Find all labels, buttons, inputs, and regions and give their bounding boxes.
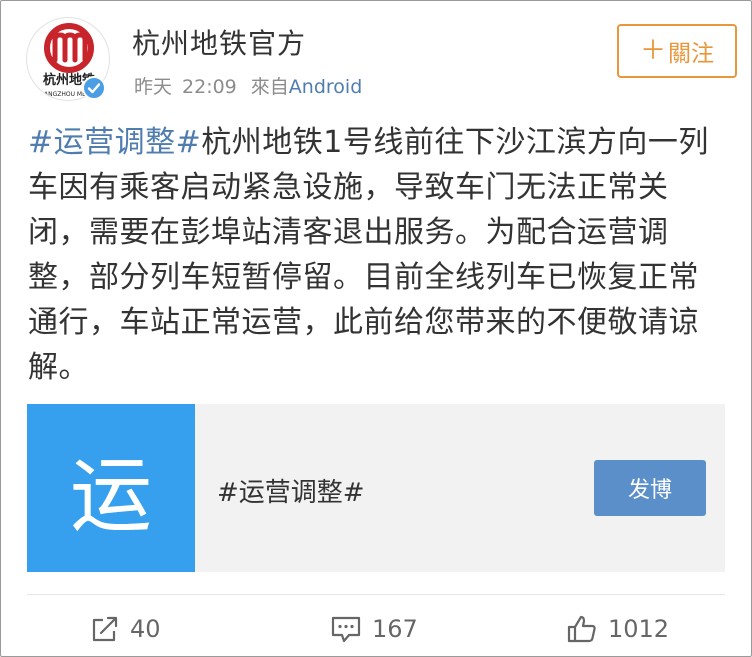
comment-count: 167	[372, 615, 418, 643]
topic-thumbnail: 运	[27, 404, 195, 572]
divider	[27, 594, 725, 595]
repost-count: 40	[130, 615, 161, 643]
post-body: 杭州地铁1号线前往下沙江滨方向一列车因有乘客启动紧急设施，导致车门无法正常关闭，…	[28, 125, 709, 385]
topic-card[interactable]: 运 #运营调整# 发博	[27, 404, 725, 572]
source-link[interactable]: Android	[289, 76, 362, 98]
from-label: 來自	[250, 76, 289, 98]
like-count: 1012	[608, 615, 670, 643]
follow-label: 關注	[668, 41, 714, 67]
thumbs-up-icon	[567, 615, 596, 643]
repost-icon	[92, 616, 118, 642]
topic-title: #运营调整#	[217, 478, 365, 508]
post-text: #运营调整#杭州地铁1号线前往下沙江滨方向一列车因有乘客启动紧急设施，导致车门无…	[28, 120, 728, 390]
verified-badge-icon	[82, 76, 106, 100]
account-name[interactable]: 杭州地铁官方	[132, 22, 306, 62]
plus-icon: ＋	[639, 36, 666, 66]
repost-button[interactable]: 40	[90, 612, 161, 646]
hashtag-link[interactable]: #运营调整#	[28, 125, 201, 160]
comment-button[interactable]: 167	[330, 612, 418, 646]
time-value: 22:09	[182, 76, 237, 98]
follow-button[interactable]: ＋ 關注	[617, 24, 737, 78]
like-button[interactable]: 1012	[566, 612, 669, 646]
time-label: 昨天	[134, 76, 173, 98]
comment-icon	[331, 616, 361, 643]
post-to-topic-button[interactable]: 发博	[594, 460, 706, 516]
post-meta: 昨天 22:09 來自Android	[134, 72, 362, 99]
